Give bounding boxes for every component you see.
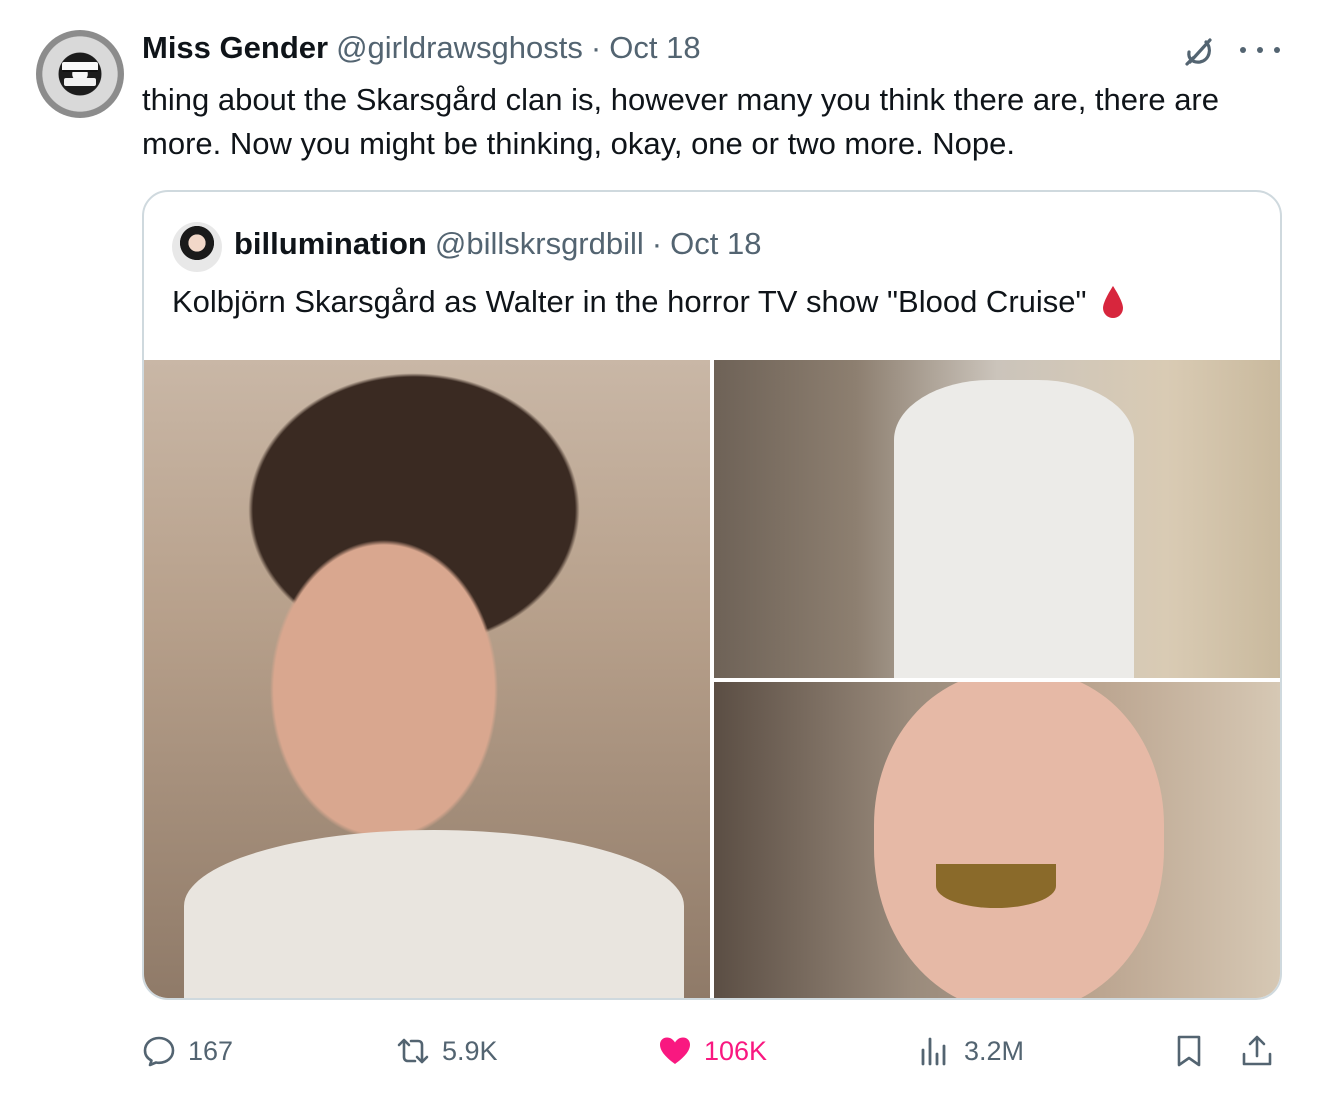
photo-teeth bbox=[936, 864, 1056, 908]
reply-button[interactable]: 167 bbox=[142, 1026, 233, 1076]
blood-drop-icon bbox=[1102, 286, 1123, 318]
author-display-name[interactable]: Miss Gender bbox=[142, 30, 328, 66]
bookmark-icon bbox=[1177, 1035, 1201, 1067]
tweet-actions: 167 5.9K 106K 3.2M bbox=[142, 1026, 1282, 1076]
retweet-icon bbox=[397, 1038, 429, 1064]
media-photo-profile[interactable] bbox=[144, 360, 710, 998]
grok-icon[interactable] bbox=[1180, 32, 1218, 70]
quoted-author-avatar[interactable] bbox=[172, 222, 222, 272]
share-button[interactable] bbox=[1240, 1026, 1286, 1076]
views-icon bbox=[921, 1037, 946, 1066]
bookmark-button[interactable] bbox=[1172, 1026, 1218, 1076]
quoted-author-display-name[interactable]: billumination bbox=[234, 226, 427, 262]
views-button[interactable]: 3.2M bbox=[918, 1026, 1024, 1076]
quoted-tweet-header: billumination @billskrsgrdbill · Oct 18 bbox=[234, 226, 761, 262]
avatar-teeth-lower bbox=[64, 78, 96, 86]
photo-tank bbox=[894, 380, 1134, 678]
avatar-teeth-upper bbox=[62, 62, 98, 72]
photo-shirt bbox=[184, 830, 684, 998]
photo-face bbox=[874, 682, 1164, 998]
tweet-date[interactable]: Oct 18 bbox=[609, 30, 700, 66]
media-photo-grin[interactable] bbox=[714, 682, 1280, 998]
retweet-button[interactable]: 5.9K bbox=[396, 1026, 498, 1076]
more-dot bbox=[1240, 47, 1246, 53]
reply-count: 167 bbox=[188, 1035, 234, 1066]
quoted-tweet-text-row: Kolbjörn Skarsgård as Walter in the horr… bbox=[172, 284, 1125, 320]
quoted-header-separator: · bbox=[651, 226, 663, 261]
like-button[interactable]: 106K bbox=[658, 1026, 767, 1076]
heart-icon bbox=[660, 1037, 690, 1064]
header-separator: · bbox=[590, 30, 602, 65]
author-handle[interactable]: @girldrawsghosts bbox=[336, 30, 583, 66]
quoted-tweet-text: Kolbjörn Skarsgård as Walter in the horr… bbox=[172, 284, 1087, 319]
more-dot bbox=[1274, 47, 1280, 53]
more-dot bbox=[1257, 47, 1263, 53]
share-icon bbox=[1242, 1035, 1272, 1066]
author-avatar[interactable] bbox=[36, 30, 124, 118]
quoted-author-handle[interactable]: @billskrsgrdbill bbox=[435, 226, 644, 262]
tweet-text: thing about the Skarsgård clan is, howev… bbox=[142, 82, 1219, 161]
reply-icon bbox=[143, 1036, 175, 1067]
like-count: 106K bbox=[704, 1035, 768, 1066]
media-grid bbox=[144, 360, 1280, 998]
quoted-tweet[interactable]: billumination @billskrsgrdbill · Oct 18 … bbox=[142, 190, 1282, 1000]
retweet-count: 5.9K bbox=[442, 1035, 498, 1066]
tweet-header: Miss Gender @girldrawsghosts · Oct 18 bbox=[142, 30, 701, 70]
more-icon[interactable] bbox=[1240, 36, 1280, 64]
quoted-tweet-date[interactable]: Oct 18 bbox=[670, 226, 761, 262]
view-count: 3.2M bbox=[964, 1035, 1025, 1066]
media-photo-tank-top[interactable] bbox=[714, 360, 1280, 678]
